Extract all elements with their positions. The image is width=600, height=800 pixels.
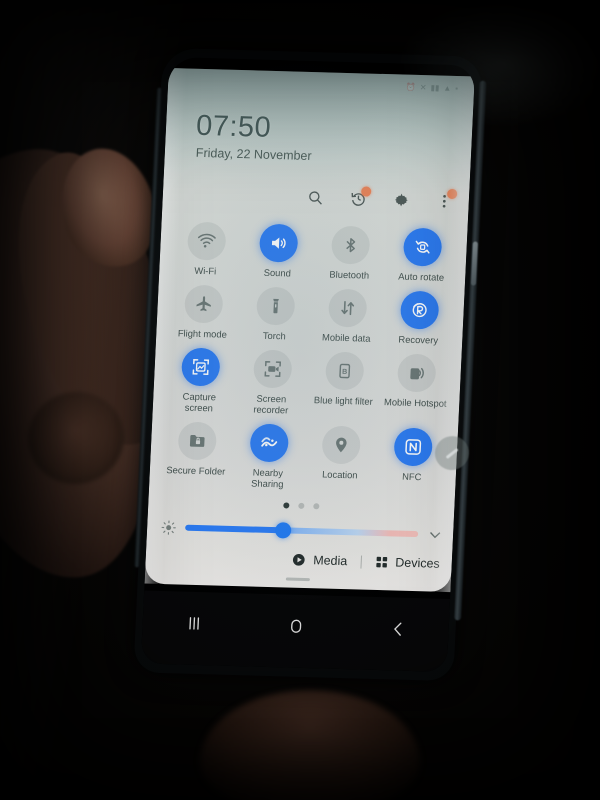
phone-device: ⏰ ✕ ▮▮ ▲ ▪ 07:50 Friday, 22 November Wi-…	[133, 47, 487, 682]
airplane-icon[interactable]	[183, 284, 224, 324]
quick-settings-tile[interactable]: Screen recorder	[235, 347, 310, 416]
location-pin-icon[interactable]	[321, 425, 362, 465]
media-button[interactable]: Media	[292, 553, 348, 569]
media-label: Media	[312, 553, 348, 569]
panel-drag-handle[interactable]	[285, 577, 310, 582]
quick-settings-tile[interactable]: Bluetooth	[313, 223, 388, 281]
screen-recorder-icon[interactable]	[252, 349, 293, 389]
quick-settings-tile-label: Flight mode	[177, 327, 228, 340]
pager-dot[interactable]	[283, 502, 290, 509]
quick-settings-tile-label: Auto rotate	[398, 270, 445, 283]
auto-rotate-icon[interactable]	[402, 227, 443, 267]
quick-settings-tile[interactable]: Sound	[241, 221, 316, 279]
quick-settings-tile-label: Wi-Fi	[194, 264, 217, 277]
quick-settings-tile[interactable]: Capture screen	[163, 345, 238, 414]
home-circle-icon[interactable]	[286, 617, 306, 637]
devices-grid-icon	[374, 555, 389, 569]
brightness-slider[interactable]	[185, 522, 419, 539]
quick-settings-tile-label: Recovery	[398, 333, 439, 346]
volume-icon[interactable]	[258, 223, 299, 263]
secure-folder-icon[interactable]	[177, 421, 218, 461]
quick-settings-tile-grid: Wi-Fi Sound Bluetooth Auto rotate Flight mod…	[159, 219, 459, 494]
bluetooth-icon[interactable]	[330, 225, 371, 265]
brightness-icon	[161, 519, 177, 535]
quick-settings-tile[interactable]: Secure Folder	[159, 419, 234, 488]
nfc-icon[interactable]	[393, 427, 434, 467]
quick-settings-tile-label: Secure Folder	[166, 464, 226, 477]
battery-icon: ▪	[455, 84, 459, 94]
phone-screen: ⏰ ✕ ▮▮ ▲ ▪ 07:50 Friday, 22 November Wi-…	[140, 57, 476, 672]
quick-settings-tile-label: Location	[321, 468, 358, 481]
more-options-icon[interactable]	[435, 188, 458, 210]
blue-light-icon[interactable]: B	[324, 351, 365, 391]
silent-icon: ✕	[419, 83, 427, 93]
quick-settings-tile-label: Sound	[263, 266, 292, 279]
status-bar: ⏰ ✕ ▮▮ ▲ ▪	[405, 82, 459, 94]
devices-button[interactable]: Devices	[374, 555, 440, 571]
devices-label: Devices	[394, 555, 441, 571]
quick-settings-tile-label: Mobile Hotspot	[383, 396, 447, 409]
signal-icon: ▮▮	[430, 83, 440, 93]
quick-settings-tile[interactable]: Mobile Hotspot	[379, 351, 454, 420]
quick-settings-tile[interactable]: Flight mode	[166, 282, 241, 340]
hand-lower-finger	[200, 690, 420, 800]
quick-settings-tile[interactable]: Wi-Fi	[169, 219, 244, 277]
pager-dot[interactable]	[298, 502, 305, 509]
footer-divider	[359, 555, 362, 569]
power-history-icon[interactable]	[349, 186, 372, 207]
hotspot-icon[interactable]	[396, 353, 437, 393]
flashlight-icon[interactable]	[255, 286, 296, 326]
quick-settings-tile-label: Nearby Sharing	[250, 466, 284, 490]
capture-screen-icon[interactable]	[180, 347, 221, 387]
quick-settings-tile-label: Blue light filter	[313, 394, 374, 407]
wifi-icon[interactable]	[186, 221, 227, 261]
quick-settings-tile-label: NFC	[401, 470, 422, 483]
play-circle-icon	[292, 553, 307, 567]
quick-settings-tile[interactable]: Torch	[238, 284, 313, 342]
search-icon[interactable]	[306, 189, 324, 206]
svg-text:B: B	[342, 368, 348, 376]
quick-settings-tile-label: Screen recorder	[253, 392, 289, 416]
navigation-bar	[140, 590, 451, 672]
wifi-icon: ▲	[443, 83, 452, 93]
quick-settings-tile[interactable]: Nearby Sharing	[231, 421, 306, 490]
notification-badge	[360, 186, 372, 197]
brightness-slider-knob[interactable]	[274, 522, 292, 539]
quick-settings-tile[interactable]: Location	[303, 423, 378, 492]
quick-settings-tile[interactable]: Recovery	[382, 288, 457, 346]
quick-settings-tile-label: Capture screen	[182, 390, 217, 414]
alarm-icon: ⏰	[405, 82, 417, 92]
quick-settings-tile[interactable]: B Blue light filter	[307, 349, 382, 418]
quick-settings-tile[interactable]: Mobile data	[310, 286, 385, 344]
clock-time: 07:50	[195, 109, 272, 144]
quick-settings-tile[interactable]: Auto rotate	[385, 225, 460, 283]
quick-settings-tile-label: Bluetooth	[329, 268, 370, 281]
photo-scene: ⏰ ✕ ▮▮ ▲ ▪ 07:50 Friday, 22 November Wi-…	[0, 0, 600, 800]
recovery-icon[interactable]	[399, 290, 440, 330]
quick-settings-tile-label: Torch	[262, 329, 287, 342]
pager-dot[interactable]	[313, 503, 320, 510]
nearby-sharing-icon[interactable]	[249, 423, 290, 463]
chevron-down-icon[interactable]	[427, 526, 444, 542]
quick-settings-tile-label: Mobile data	[321, 331, 371, 344]
back-chevron-icon[interactable]	[388, 619, 408, 639]
mobile-data-icon[interactable]	[327, 288, 368, 328]
recents-icon[interactable]	[184, 614, 204, 634]
gear-icon[interactable]	[392, 191, 410, 208]
